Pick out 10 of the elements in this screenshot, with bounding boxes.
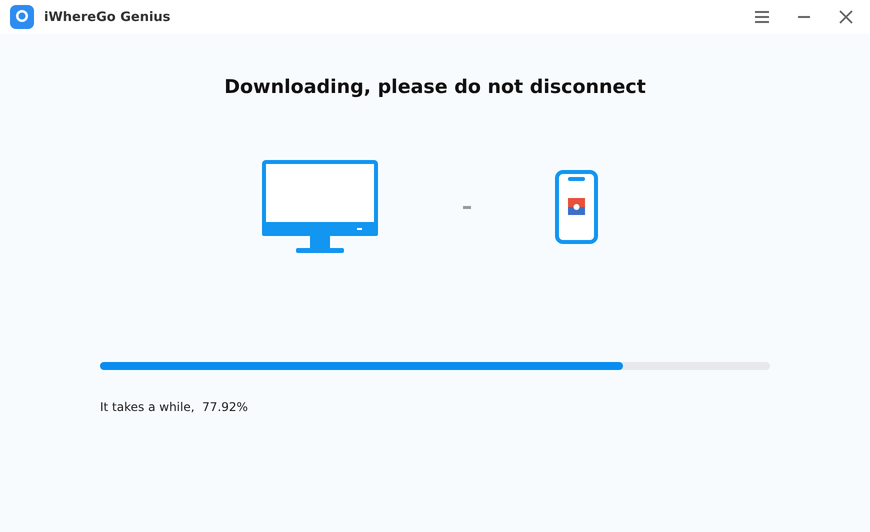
close-icon: [838, 9, 854, 25]
window-title: iWhereGo Genius: [44, 10, 172, 24]
menu-icon: [754, 10, 770, 24]
app-logo-icon: [10, 5, 34, 29]
menu-button[interactable]: [752, 8, 772, 26]
progress-status: It takes a while, 77.92%: [100, 400, 249, 414]
heading: Downloading, please do not disconnect: [224, 76, 646, 98]
dash-icon: [462, 206, 470, 208]
phone-icon: [555, 170, 598, 244]
computer-icon: [262, 160, 378, 254]
